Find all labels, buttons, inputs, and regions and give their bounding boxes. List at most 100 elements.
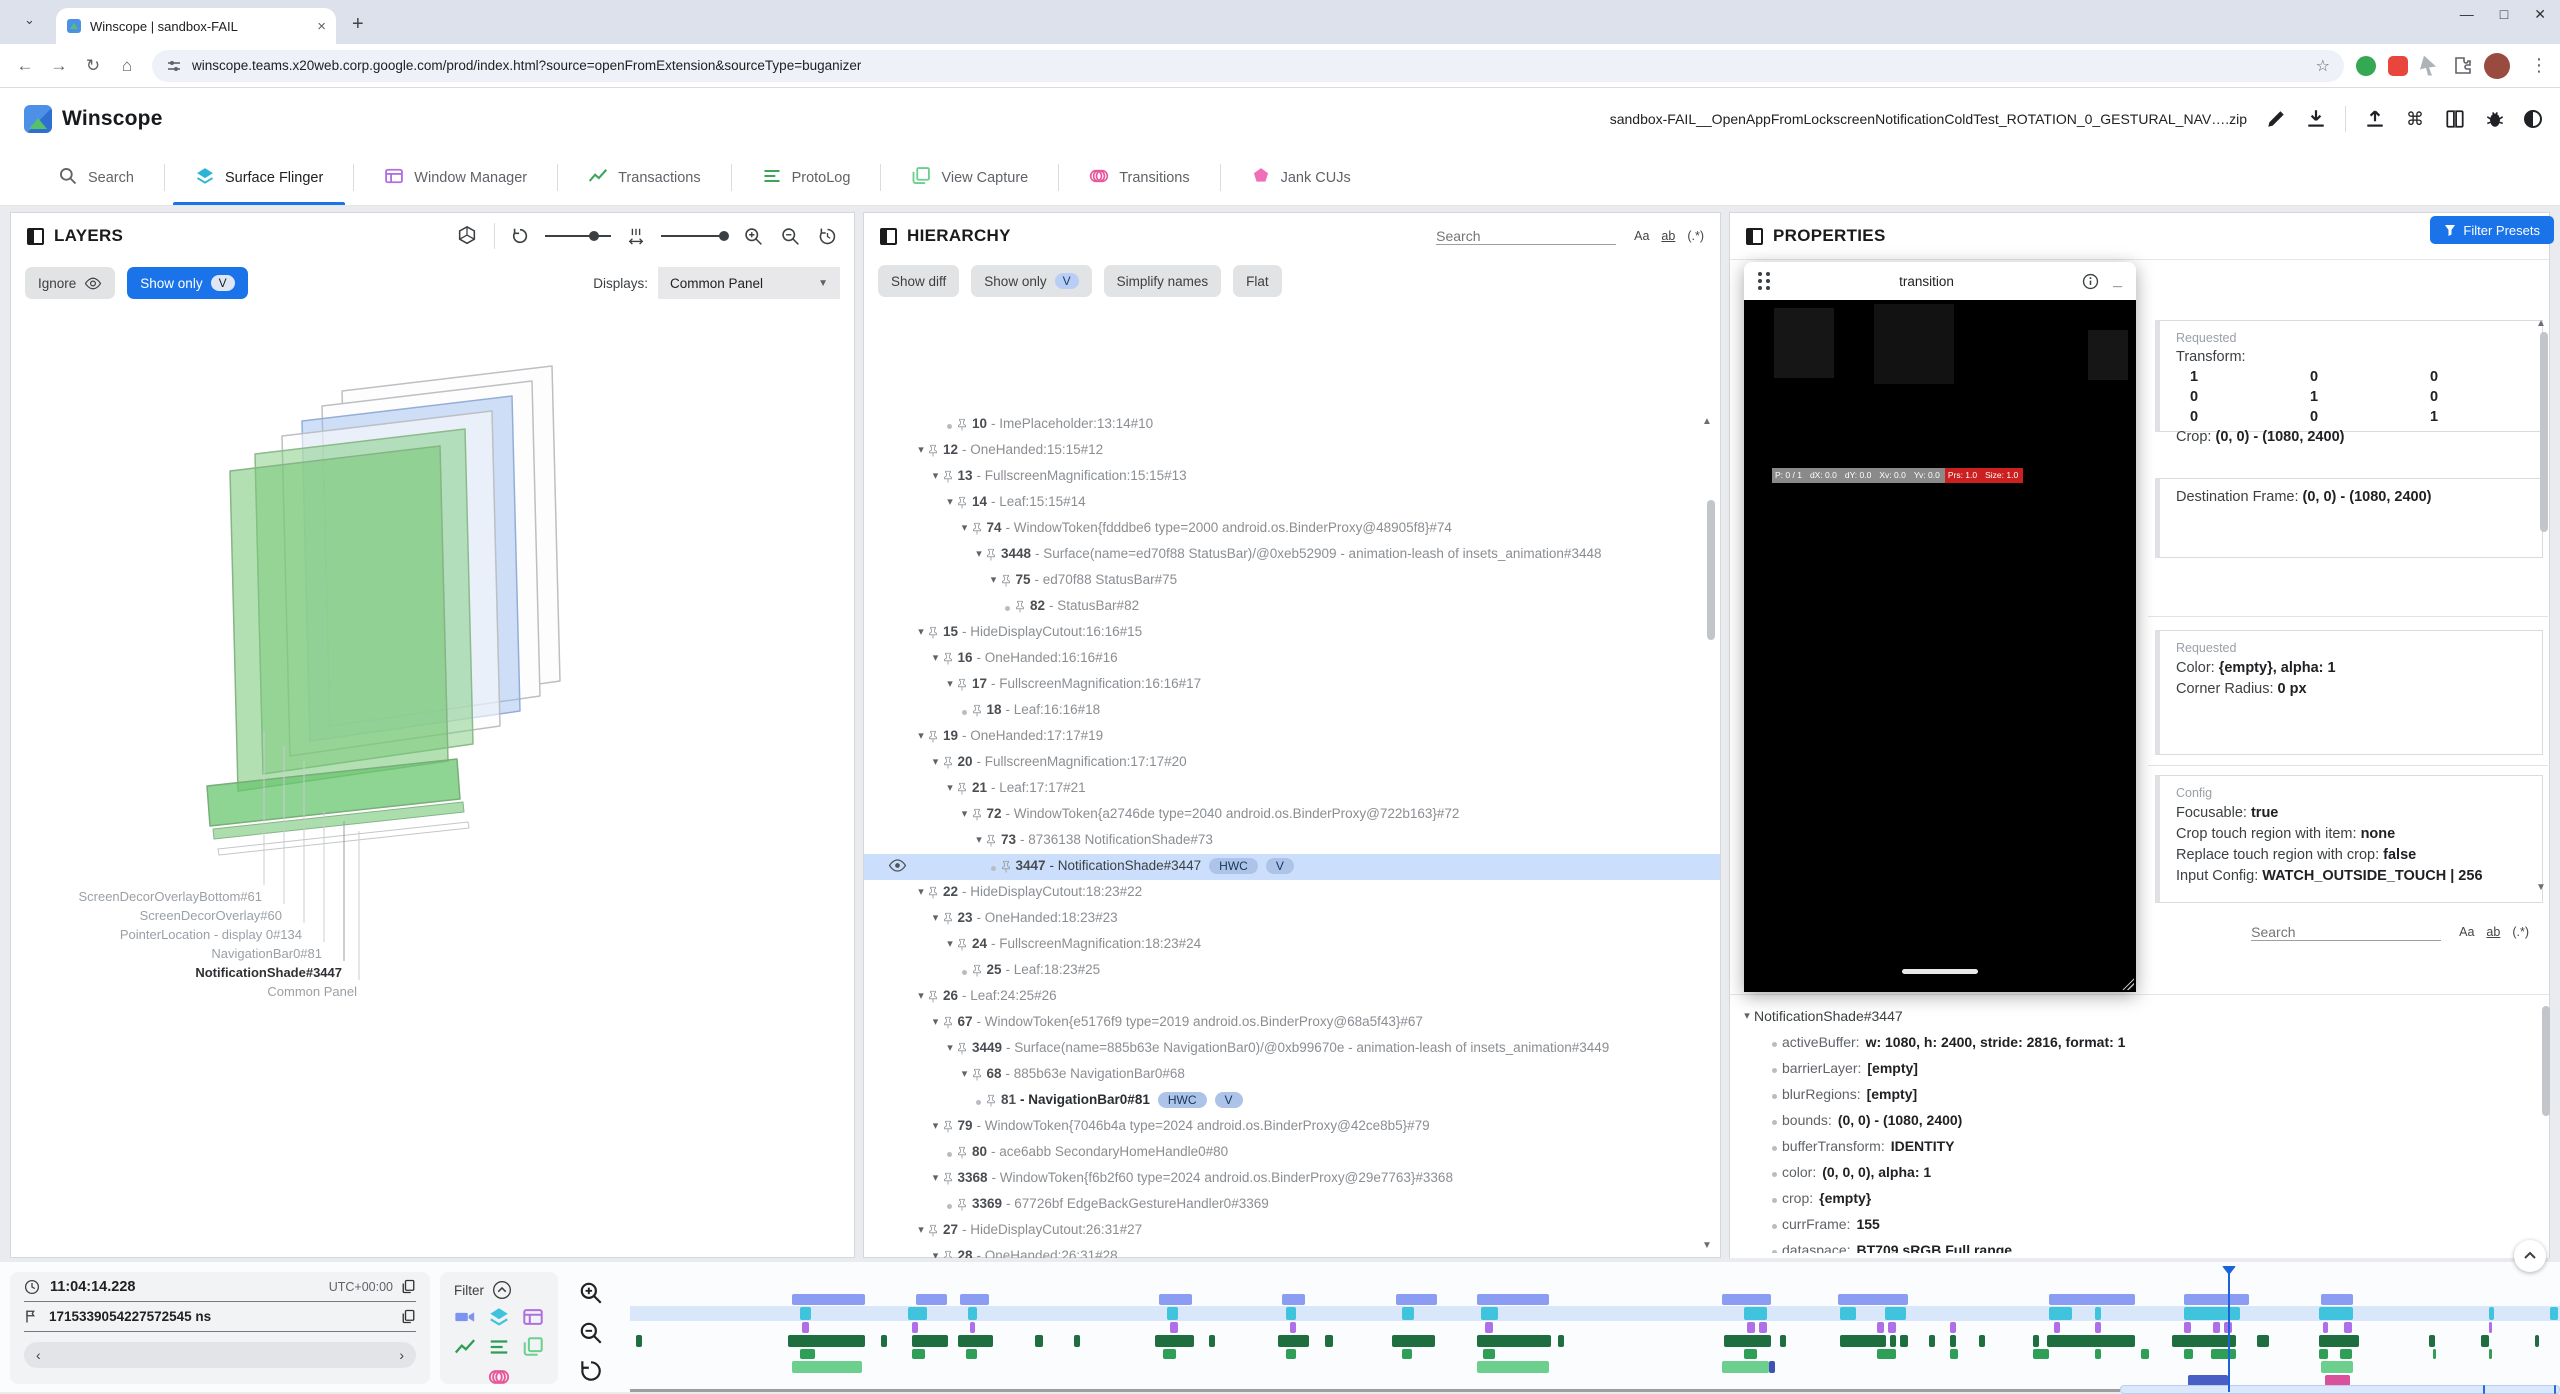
collapse-arrow-icon[interactable]: ▾: [972, 833, 986, 846]
properties-panel-collapse-icon[interactable]: [1746, 228, 1763, 245]
tab-close-icon[interactable]: ×: [317, 18, 326, 35]
pin-icon[interactable]: [943, 1118, 953, 1137]
window-manager-event[interactable]: [970, 1322, 976, 1333]
documentation-book-icon[interactable]: [2444, 108, 2466, 130]
edit-file-icon[interactable]: [2265, 108, 2287, 130]
pin-icon[interactable]: [928, 988, 938, 1007]
hierarchy-panel-collapse-icon[interactable]: [880, 228, 897, 245]
3d-view-icon[interactable]: [456, 225, 478, 247]
view-capture-event[interactable]: [1722, 1361, 1768, 1373]
match-case-icon[interactable]: Aa: [2459, 925, 2474, 939]
hierarchy-node-28[interactable]: ▾28- OneHanded:26:31#28: [864, 1244, 1720, 1258]
collapse-arrow-icon[interactable]: ▾: [972, 547, 986, 560]
shortcuts-icon[interactable]: ⌘: [2404, 108, 2426, 130]
filter-presets-button[interactable]: Filter Presets: [2430, 216, 2554, 244]
hierarchy-node-74[interactable]: ▾74- WindowToken{fdddbe6 type=2000 andro…: [864, 516, 1720, 542]
copy-icon[interactable]: [401, 1279, 416, 1294]
filter-protolog-icon[interactable]: [488, 1336, 510, 1358]
transactions-event[interactable]: [2481, 1335, 2489, 1347]
transactions-event[interactable]: [1278, 1335, 1309, 1347]
view-capture-event[interactable]: [1769, 1361, 1776, 1373]
pin-icon[interactable]: [972, 1066, 982, 1085]
spacing-slider[interactable]: [661, 235, 727, 237]
protolog-event[interactable]: [2489, 1349, 2493, 1359]
hierarchy-node-3449[interactable]: ▾3449- Surface(name=885b63e NavigationBa…: [864, 1036, 1720, 1062]
extensions-puzzle-icon[interactable]: [2452, 56, 2472, 76]
protolog-event[interactable]: [2340, 1349, 2352, 1359]
minimize-overlay-icon[interactable]: _: [2113, 272, 2122, 290]
screen-recording-event[interactable]: [1838, 1294, 1907, 1305]
view-capture-event[interactable]: [2321, 1361, 2354, 1373]
property-row-dataspace[interactable]: dataspace:BT709 sRGB Full range: [1740, 1237, 2549, 1253]
hierarchy-search-input[interactable]: [1436, 228, 1616, 245]
collapse-arrow-icon[interactable]: ▾: [914, 989, 928, 1002]
timeline-cursor-head[interactable]: [2222, 1266, 2236, 1275]
filter-surface-flinger-icon[interactable]: [488, 1306, 510, 1328]
properties-tree-scrollbar[interactable]: [2542, 1006, 2550, 1116]
surface-flinger-event[interactable]: [2550, 1307, 2558, 1320]
pin-icon[interactable]: [957, 416, 967, 435]
view-capture-event[interactable]: [1477, 1361, 1548, 1373]
info-icon[interactable]: [2082, 273, 2099, 290]
hierarchy-node-73[interactable]: ▾73- 8736138 NotificationShade#73: [864, 828, 1720, 854]
filter-window-manager-icon[interactable]: [522, 1306, 544, 1328]
pin-icon[interactable]: [943, 1014, 953, 1033]
pin-icon[interactable]: [972, 702, 982, 721]
chip-show-only[interactable]: Show onlyV: [971, 265, 1091, 297]
protolog-event[interactable]: [1163, 1349, 1177, 1359]
transactions-event[interactable]: [1477, 1335, 1550, 1347]
screen-recording-event[interactable]: [1159, 1294, 1192, 1305]
property-row-currFrame[interactable]: currFrame:155: [1740, 1211, 2549, 1237]
pin-icon[interactable]: [957, 780, 967, 799]
collapse-arrow-icon[interactable]: ▾: [943, 781, 957, 794]
chip-simplify-names[interactable]: Simplify names: [1104, 265, 1222, 297]
overlay-titlebar[interactable]: transition _: [1744, 262, 2136, 300]
displays-select[interactable]: Common Panel▼: [658, 267, 840, 299]
properties-scrollbar[interactable]: [2540, 332, 2548, 532]
property-row-bounds[interactable]: bounds:(0, 0) - (1080, 2400): [1740, 1107, 2549, 1133]
window-manager-event[interactable]: [2095, 1322, 2101, 1333]
back-icon[interactable]: ←: [8, 56, 42, 76]
properties-search-input[interactable]: [2251, 924, 2441, 941]
property-row-bufferTransform[interactable]: bufferTransform:IDENTITY: [1740, 1133, 2549, 1159]
properties-scroll-down-icon[interactable]: ▼: [2536, 882, 2546, 893]
protolog-event[interactable]: [2141, 1349, 2149, 1359]
transactions-event[interactable]: [1724, 1335, 1770, 1347]
upload-icon[interactable]: [2364, 108, 2386, 130]
rotation-slider[interactable]: [545, 235, 611, 237]
protolog-event[interactable]: [912, 1349, 926, 1359]
transactions-event[interactable]: [1979, 1335, 1985, 1347]
surface-flinger-event[interactable]: [2184, 1307, 2240, 1320]
surface-flinger-event[interactable]: [2049, 1307, 2072, 1320]
window-manager-event[interactable]: [2344, 1322, 2352, 1333]
new-tab-button[interactable]: +: [352, 13, 364, 36]
property-row-activeBuffer[interactable]: activeBuffer:w: 1080, h: 2400, stride: 2…: [1740, 1029, 2549, 1055]
pin-icon[interactable]: [1001, 858, 1011, 877]
protolog-event[interactable]: [1483, 1349, 1495, 1359]
hierarchy-node-15[interactable]: ▾15- HideDisplayCutout:16:16#15: [864, 620, 1720, 646]
surface-flinger-event[interactable]: [1840, 1307, 1855, 1320]
site-settings-icon[interactable]: [166, 58, 182, 74]
pin-icon[interactable]: [943, 468, 953, 487]
chip-flat[interactable]: Flat: [1233, 265, 1282, 297]
zoom-in-icon[interactable]: [743, 226, 764, 247]
timeline-zoom-out-icon[interactable]: [578, 1320, 604, 1346]
protolog-event[interactable]: [800, 1349, 815, 1359]
layer-label[interactable]: NotificationShade#3447: [195, 965, 342, 980]
collapse-arrow-icon[interactable]: ▾: [914, 443, 928, 456]
surface-flinger-event[interactable]: [1481, 1307, 1498, 1320]
surface-flinger-event[interactable]: [2095, 1307, 2101, 1320]
protolog-event[interactable]: [1286, 1349, 1296, 1359]
screen-recording-event[interactable]: [2049, 1294, 2136, 1305]
hierarchy-node-3448[interactable]: ▾3448- Surface(name=ed70f88 StatusBar)/@…: [864, 542, 1720, 568]
pin-icon[interactable]: [943, 1170, 953, 1189]
collapse-arrow-icon[interactable]: ▾: [958, 521, 972, 534]
filter-transitions-icon[interactable]: [488, 1366, 510, 1388]
surface-flinger-event[interactable]: [1885, 1307, 1906, 1320]
property-row-barrierLayer[interactable]: barrierLayer:[empty]: [1740, 1055, 2549, 1081]
transactions-event[interactable]: [881, 1335, 887, 1347]
pin-icon[interactable]: [943, 650, 953, 669]
report-bug-icon[interactable]: [2484, 108, 2506, 130]
protolog-event[interactable]: [1877, 1349, 1896, 1359]
hierarchy-node-18[interactable]: 18- Leaf:16:16#18: [864, 698, 1720, 724]
